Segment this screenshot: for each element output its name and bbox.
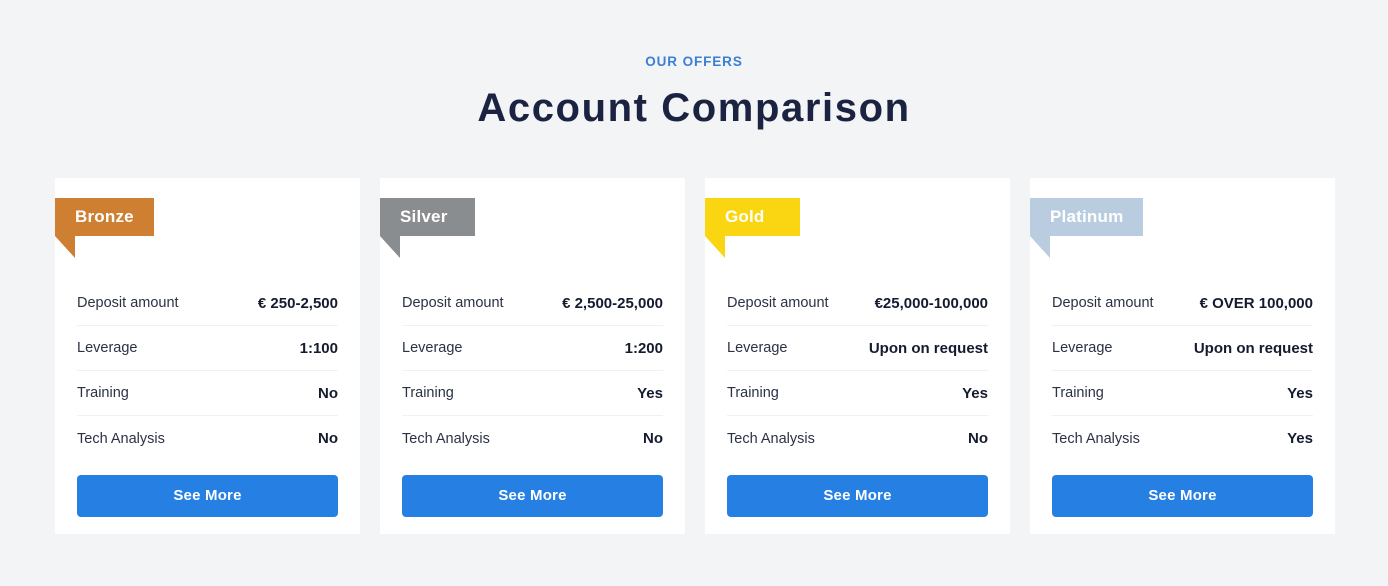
ribbon-tail-icon: [380, 236, 400, 258]
ribbon-tail-icon: [1030, 236, 1050, 258]
cta-container: See More: [380, 461, 685, 517]
table-row: Tech Analysis No: [727, 416, 988, 461]
spec-list: Deposit amount € 250-2,500 Leverage 1:10…: [55, 281, 360, 461]
table-row: Training Yes: [727, 371, 988, 416]
table-row: Training Yes: [402, 371, 663, 416]
spec-label: Tech Analysis: [402, 430, 490, 447]
spec-label: Deposit amount: [402, 295, 504, 311]
spec-label: Leverage: [77, 340, 138, 356]
spec-value: 1:100: [299, 339, 338, 357]
spec-value: No: [968, 430, 988, 447]
cta-container: See More: [55, 461, 360, 517]
spec-value: No: [643, 430, 663, 447]
spec-value: € 2,500-25,000: [562, 294, 663, 312]
spec-label: Leverage: [1052, 340, 1113, 356]
table-row: Deposit amount € OVER 100,000: [1052, 281, 1313, 326]
spec-list: Deposit amount € OVER 100,000 Leverage U…: [1030, 281, 1335, 461]
table-row: Leverage Upon on request: [1052, 326, 1313, 371]
see-more-button[interactable]: See More: [77, 475, 338, 517]
table-row: Deposit amount € 250-2,500: [77, 281, 338, 326]
plan-name: Bronze: [75, 207, 134, 226]
cta-container: See More: [705, 461, 1010, 517]
see-more-button[interactable]: See More: [727, 475, 988, 517]
table-row: Training No: [77, 371, 338, 416]
spec-label: Tech Analysis: [77, 430, 165, 447]
plan-ribbon-platinum: Platinum: [1030, 198, 1144, 258]
pricing-card-silver: Silver Deposit amount € 2,500-25,000 Lev…: [380, 178, 685, 534]
page-header: OUR OFFERS Account Comparison: [0, 0, 1388, 132]
ribbon-tail-icon: [55, 236, 75, 258]
spec-label: Training: [77, 385, 129, 401]
plan-name: Silver: [400, 207, 448, 226]
table-row: Tech Analysis No: [77, 416, 338, 461]
spec-value: Yes: [637, 384, 663, 402]
section-eyebrow: OUR OFFERS: [645, 54, 743, 69]
table-row: Deposit amount € 2,500-25,000: [402, 281, 663, 326]
spec-value: No: [318, 384, 338, 402]
plan-ribbon-bronze: Bronze: [55, 198, 154, 258]
ribbon-tail-icon: [705, 236, 725, 258]
spec-label: Deposit amount: [727, 295, 829, 311]
table-row: Leverage 1:200: [402, 326, 663, 371]
pricing-card-bronze: Bronze Deposit amount € 250-2,500 Levera…: [55, 178, 360, 534]
spec-label: Training: [402, 385, 454, 401]
page-title: Account Comparison: [477, 86, 911, 130]
see-more-button[interactable]: See More: [1052, 475, 1313, 517]
table-row: Leverage 1:100: [77, 326, 338, 371]
pricing-card-platinum: Platinum Deposit amount € OVER 100,000 L…: [1030, 178, 1335, 534]
plan-ribbon-gold: Gold: [705, 198, 800, 258]
spec-label: Tech Analysis: [727, 430, 815, 447]
pricing-card-gold: Gold Deposit amount €25,000-100,000 Leve…: [705, 178, 1010, 534]
spec-label: Training: [1052, 385, 1104, 401]
spec-label: Deposit amount: [77, 295, 179, 311]
spec-label: Training: [727, 385, 779, 401]
table-row: Leverage Upon on request: [727, 326, 988, 371]
account-comparison-page: OUR OFFERS Account Comparison Bronze Dep…: [0, 0, 1388, 586]
spec-list: Deposit amount €25,000-100,000 Leverage …: [705, 281, 1010, 461]
spec-value: Yes: [1287, 384, 1313, 402]
plan-name: Gold: [725, 207, 765, 226]
spec-value: € 250-2,500: [257, 294, 338, 312]
spec-label: Leverage: [727, 340, 788, 356]
plan-ribbon-silver: Silver: [380, 198, 475, 258]
cta-container: See More: [1030, 461, 1335, 517]
spec-label: Leverage: [402, 340, 463, 356]
table-row: Tech Analysis No: [402, 416, 663, 461]
table-row: Tech Analysis Yes: [1052, 416, 1313, 461]
spec-value: Yes: [962, 384, 988, 402]
spec-value: €25,000-100,000: [874, 294, 988, 312]
spec-value: 1:200: [624, 339, 663, 357]
spec-value: € OVER 100,000: [1199, 294, 1313, 312]
spec-label: Deposit amount: [1052, 295, 1154, 311]
spec-value: Upon on request: [1193, 339, 1313, 357]
table-row: Deposit amount €25,000-100,000: [727, 281, 988, 326]
spec-label: Tech Analysis: [1052, 430, 1140, 447]
pricing-card-grid: Bronze Deposit amount € 250-2,500 Levera…: [55, 178, 1337, 534]
see-more-button[interactable]: See More: [402, 475, 663, 517]
plan-name: Platinum: [1050, 207, 1124, 226]
spec-value: No: [318, 430, 338, 447]
spec-value: Yes: [1287, 430, 1313, 447]
spec-list: Deposit amount € 2,500-25,000 Leverage 1…: [380, 281, 685, 461]
table-row: Training Yes: [1052, 371, 1313, 416]
spec-value: Upon on request: [868, 339, 988, 357]
